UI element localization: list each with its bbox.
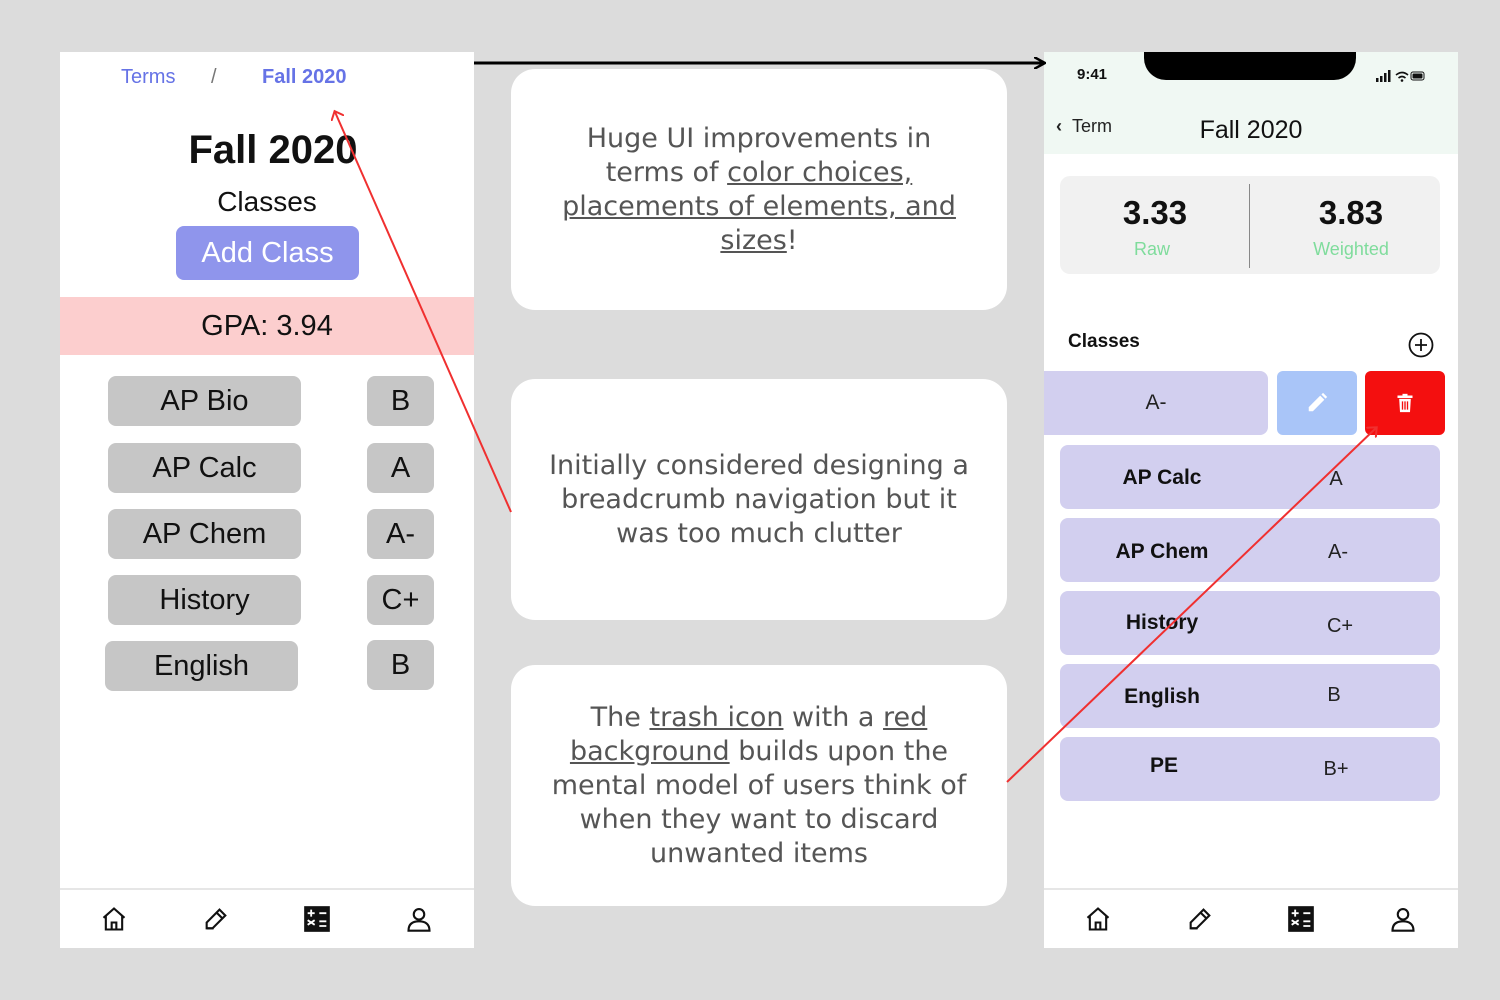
profile-icon[interactable] bbox=[405, 905, 433, 933]
class-name: AP Chem bbox=[1115, 540, 1209, 563]
class-grade: A bbox=[1329, 468, 1343, 490]
class-name-ap-calc[interactable]: AP Calc bbox=[108, 443, 301, 493]
class-row[interactable]: History C+ bbox=[1060, 591, 1440, 655]
gpa-divider bbox=[1249, 184, 1250, 268]
class-grade: B+ bbox=[1323, 758, 1349, 780]
breadcrumb-current[interactable]: Fall 2020 bbox=[262, 66, 347, 89]
gpa-card: 3.33 Raw 3.83 Weighted bbox=[1060, 176, 1440, 274]
gpa-raw-value: 3.33 bbox=[1122, 194, 1188, 231]
gpa-banner: GPA: 3.94 bbox=[60, 297, 474, 355]
class-name: AP Calc bbox=[1122, 466, 1202, 489]
bottom-tab-bar bbox=[60, 888, 474, 948]
edit-icon[interactable] bbox=[202, 905, 230, 933]
breadcrumb-separator: / bbox=[211, 66, 217, 88]
trash-icon bbox=[1397, 393, 1413, 413]
classes-heading: Classes bbox=[217, 186, 317, 217]
class-grade: A- bbox=[1328, 541, 1348, 563]
class-name-ap-chem[interactable]: AP Chem bbox=[108, 509, 301, 559]
add-class-button[interactable]: Add Class bbox=[176, 226, 359, 280]
calculator-icon[interactable] bbox=[303, 905, 331, 933]
class-grade-ap-bio[interactable]: B bbox=[367, 376, 434, 426]
classes-heading: Classes bbox=[1068, 331, 1140, 352]
class-row[interactable]: AP Calc A bbox=[1060, 445, 1440, 509]
note-ui-improvements: Huge UI improvements in terms of color c… bbox=[511, 69, 1007, 310]
edit-class-button[interactable] bbox=[1277, 371, 1357, 435]
device-notch bbox=[1144, 52, 1356, 80]
swiped-class-row[interactable]: A- bbox=[1044, 371, 1268, 435]
page-title: Fall 2020 bbox=[188, 128, 358, 172]
edit-icon[interactable] bbox=[1186, 905, 1214, 933]
home-icon[interactable] bbox=[100, 905, 128, 933]
status-time: 9:41 bbox=[1077, 66, 1108, 83]
bottom-tab-bar bbox=[1044, 888, 1458, 948]
class-name-history[interactable]: History bbox=[108, 575, 301, 625]
class-grade-ap-calc[interactable]: A bbox=[367, 443, 434, 493]
gpa-raw-label: Raw bbox=[1133, 239, 1170, 259]
note-breadcrumb: Initially considered designing a breadcr… bbox=[511, 379, 1007, 620]
class-row[interactable]: AP Chem A- bbox=[1060, 518, 1440, 582]
class-grade-history[interactable]: C+ bbox=[367, 575, 434, 625]
class-row[interactable]: PE B+ bbox=[1060, 737, 1440, 801]
left-phone-screen: Terms / Fall 2020 Fall 2020 Classes Add … bbox=[60, 52, 474, 948]
class-grade: C+ bbox=[1326, 615, 1354, 637]
gpa-weighted-label: Weighted bbox=[1313, 239, 1389, 259]
home-icon[interactable] bbox=[1084, 905, 1112, 933]
class-row[interactable]: English B bbox=[1060, 664, 1440, 728]
profile-icon[interactable] bbox=[1389, 905, 1417, 933]
calculator-icon[interactable] bbox=[1287, 905, 1315, 933]
class-name: English bbox=[1124, 685, 1200, 708]
breadcrumb-terms-link[interactable]: Terms bbox=[121, 66, 175, 89]
class-name-ap-bio[interactable]: AP Bio bbox=[108, 376, 301, 426]
note-trash-icon: The trash icon with a red background bui… bbox=[511, 665, 1007, 906]
class-name: History bbox=[1125, 611, 1199, 634]
delete-class-button[interactable] bbox=[1365, 371, 1445, 435]
status-icons bbox=[1376, 70, 1425, 82]
class-grade-english[interactable]: B bbox=[367, 640, 434, 690]
class-grade-ap-chem[interactable]: A- bbox=[367, 509, 434, 559]
gpa-weighted-value: 3.83 bbox=[1318, 194, 1384, 231]
class-name-english[interactable]: English bbox=[105, 641, 298, 691]
pencil-icon bbox=[1308, 392, 1328, 412]
class-name: PE bbox=[1149, 754, 1178, 777]
add-circle-icon[interactable] bbox=[1408, 332, 1434, 358]
right-phone-screen: 9:41 ‹ Term Fall 2020 3.33 Raw 3.83 Weigh… bbox=[1044, 52, 1458, 948]
class-grade: B bbox=[1327, 684, 1341, 706]
page-title: Fall 2020 bbox=[1199, 116, 1303, 144]
note-breadcrumb-text: Initially considered designing a breadcr… bbox=[549, 449, 969, 549]
